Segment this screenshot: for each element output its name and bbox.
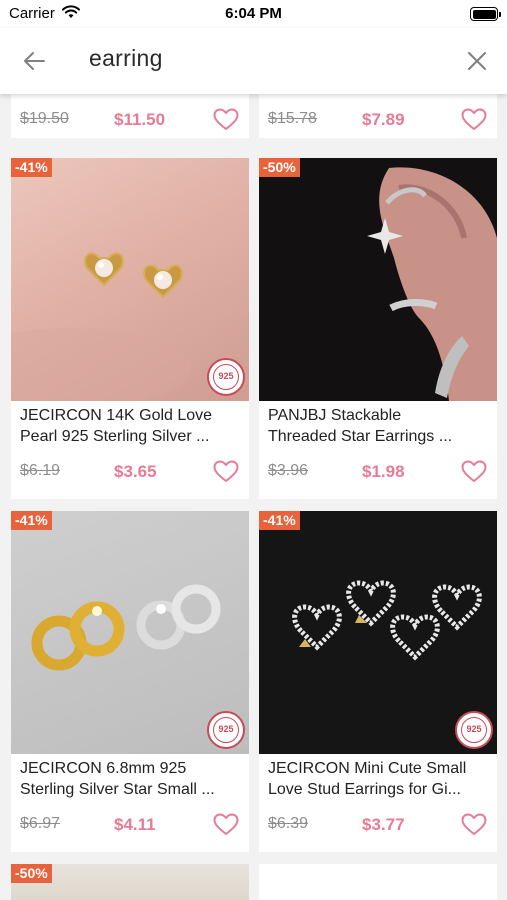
price-row: $6.39 $3.77: [259, 811, 497, 841]
original-price: $6.97: [20, 815, 61, 832]
seal-text: 925: [218, 724, 234, 734]
heart-outline-icon: [461, 108, 487, 130]
heart-outline-icon: [213, 813, 239, 835]
product-image[interactable]: 925: [11, 511, 249, 754]
discount-badge: -41%: [11, 158, 52, 177]
price-row: $3.96 $1.98: [259, 458, 497, 488]
back-arrow-icon: [24, 52, 45, 70]
product-image[interactable]: 925: [11, 158, 249, 401]
product-card[interactable]: [259, 864, 497, 900]
sale-price: $7.89: [362, 110, 405, 129]
product-card[interactable]: 925 -41% JECIRCON 6.8mm 925 Sterling Sil…: [11, 511, 249, 852]
product-title: JECIRCON 6.8mm 925 Sterling Silver Star …: [20, 758, 242, 800]
price-row: $6.97 $4.11: [11, 811, 249, 841]
favorite-button[interactable]: [212, 106, 240, 132]
clear-search-button[interactable]: [463, 47, 491, 75]
close-icon: [468, 52, 486, 70]
status-bar: Carrier 6:04 PM: [0, 0, 507, 28]
sale-price: $11.50: [114, 110, 166, 129]
title-line: Sterling Silver Star Small ...: [20, 781, 215, 798]
heart-outline-icon: [461, 813, 487, 835]
favorite-button[interactable]: [212, 458, 240, 484]
status-time: 6:04 PM: [225, 5, 282, 22]
heart-outline-icon: [213, 108, 239, 130]
sale-price: $3.77: [362, 815, 405, 834]
product-image[interactable]: 925: [259, 511, 497, 754]
battery-icon: [470, 7, 501, 21]
discount-badge: -41%: [11, 511, 52, 530]
silver-925-seal: 925: [455, 711, 493, 749]
sale-price: $3.65: [114, 462, 157, 481]
silver-925-seal: 925: [207, 711, 245, 749]
product-card[interactable]: $15.78 $7.89: [259, 94, 497, 138]
heart-outline-icon: [213, 460, 239, 482]
original-price: $15.78: [268, 110, 317, 127]
discount-badge: -50%: [259, 158, 300, 177]
product-card[interactable]: -50%: [11, 864, 249, 900]
heart-outline-icon: [461, 460, 487, 482]
title-line: Pearl 925 Sterling Silver ...: [20, 428, 210, 445]
original-price: $6.39: [268, 815, 309, 832]
back-button[interactable]: [18, 47, 50, 75]
price-row: $19.50 $11.50: [11, 106, 249, 136]
discount-badge: -50%: [11, 864, 52, 883]
favorite-button[interactable]: [460, 811, 488, 837]
seal-text: 925: [466, 724, 482, 734]
title-line: Love Stud Earrings for Gi...: [268, 781, 461, 798]
product-card[interactable]: 925 -41% JECIRCON Mini Cute Small Love S…: [259, 511, 497, 852]
sale-price: $4.11: [114, 815, 156, 834]
product-card[interactable]: 925 -41% JECIRCON 14K Gold Love Pearl 92…: [11, 158, 249, 499]
sale-price: $1.98: [362, 462, 405, 481]
favorite-button[interactable]: [212, 811, 240, 837]
product-title: PANJBJ Stackable Threaded Star Earrings …: [268, 405, 490, 447]
product-grid[interactable]: $19.50 $11.50 $15.78 $7.89 925 -41% JECI…: [0, 94, 507, 900]
seal-text: 925: [218, 371, 234, 381]
silver-925-seal: 925: [207, 358, 245, 396]
search-header: earring: [0, 28, 507, 94]
product-image[interactable]: [259, 864, 497, 900]
favorite-button[interactable]: [460, 458, 488, 484]
product-title: JECIRCON Mini Cute Small Love Stud Earri…: [268, 758, 490, 800]
product-card[interactable]: $19.50 $11.50: [11, 94, 249, 138]
favorite-button[interactable]: [460, 106, 488, 132]
product-title: JECIRCON 14K Gold Love Pearl 925 Sterlin…: [20, 405, 242, 447]
title-line: PANJBJ Stackable: [268, 407, 402, 424]
ear-illustration: [367, 167, 497, 401]
original-price: $19.50: [20, 110, 69, 127]
product-image[interactable]: [259, 158, 497, 401]
product-card[interactable]: -50% PANJBJ Stackable Threaded Star Earr…: [259, 158, 497, 499]
original-price: $6.19: [20, 462, 61, 479]
search-input[interactable]: earring: [89, 45, 163, 72]
title-line: Threaded Star Earrings ...: [268, 428, 453, 445]
title-line: JECIRCON Mini Cute Small: [268, 760, 467, 777]
title-line: JECIRCON 14K Gold Love: [20, 407, 213, 424]
price-row: $6.19 $3.65: [11, 458, 249, 488]
original-price: $3.96: [268, 462, 309, 479]
title-line: JECIRCON 6.8mm 925: [20, 760, 187, 777]
price-row: $15.78 $7.89: [259, 106, 497, 136]
discount-badge: -41%: [259, 511, 300, 530]
